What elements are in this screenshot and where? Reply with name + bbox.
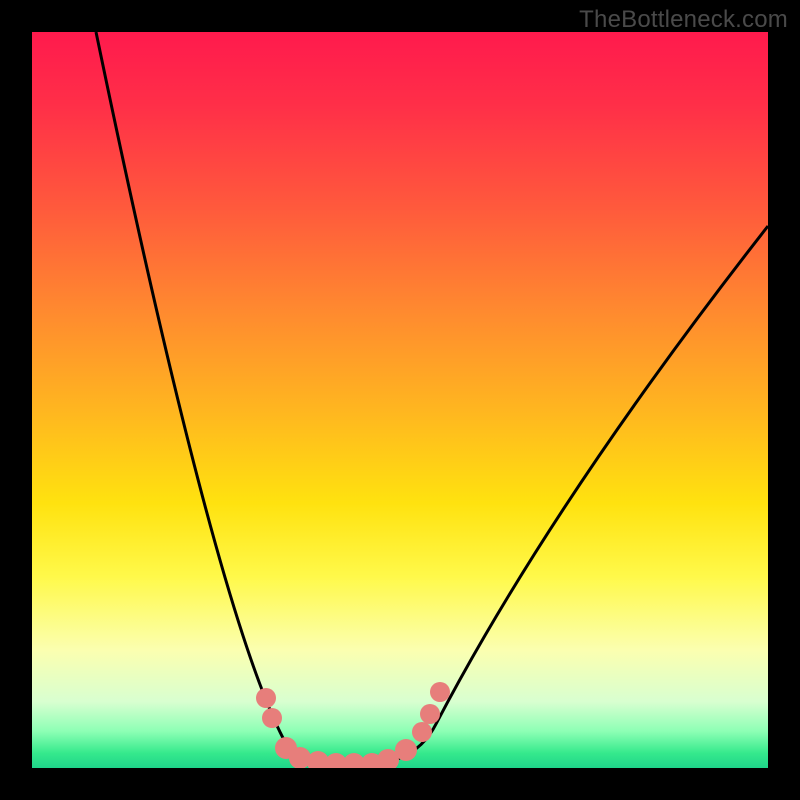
watermark-text: TheBottleneck.com bbox=[579, 6, 788, 34]
marker bbox=[420, 704, 440, 724]
left-curve bbox=[96, 32, 356, 766]
right-curve bbox=[356, 226, 768, 766]
pink-markers-left bbox=[256, 688, 365, 768]
marker bbox=[262, 708, 282, 728]
marker bbox=[256, 688, 276, 708]
plot-area bbox=[32, 32, 768, 768]
outer-frame: TheBottleneck.com bbox=[0, 0, 800, 800]
marker bbox=[395, 739, 417, 761]
curve-overlay bbox=[32, 32, 768, 768]
marker bbox=[412, 722, 432, 742]
marker bbox=[430, 682, 450, 702]
